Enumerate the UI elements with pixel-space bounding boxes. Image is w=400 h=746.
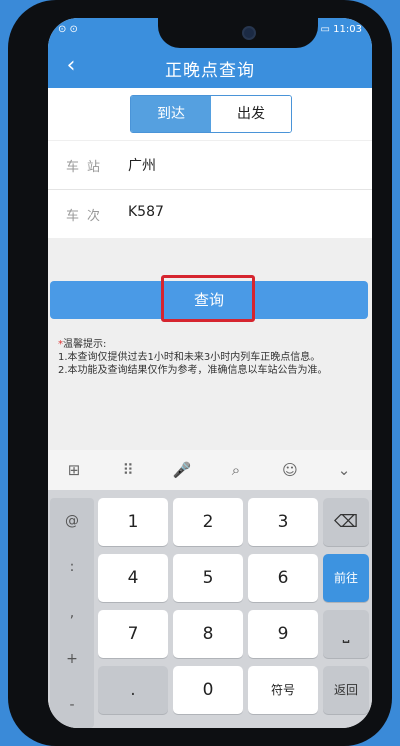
- key-0[interactable]: 0: [173, 666, 243, 714]
- numeric-keyboard: @ : , + - 1 2 3 ⌫ 4 5 6 前往 7 8 9 ⎵ . 0 符…: [48, 490, 372, 728]
- tips-title: 温馨提示:: [63, 339, 107, 350]
- search-icon[interactable]: ⌕: [224, 458, 248, 482]
- keyboard-dots-icon[interactable]: ⠿: [116, 458, 140, 482]
- arrive-depart-toggle: 到达 出发: [130, 95, 292, 133]
- status-left: ⊙ ⊙: [58, 24, 78, 35]
- keyboard-toolbar: ⊞ ⠿ 🎤 ⌕ ☺ ⌄: [48, 450, 372, 490]
- key-8[interactable]: 8: [173, 610, 243, 658]
- phone-frame: ⊙ ⊙ 63% ▭ 11:03 ‹ 正晚点查询 到达 出发 车站 广州 车次 K…: [8, 0, 392, 746]
- tips-line-2: 2.本功能及查询结果仅作为参考，准确信息以车站公告为准。: [58, 365, 328, 376]
- highlight-box: [161, 275, 255, 322]
- key-2[interactable]: 2: [173, 498, 243, 546]
- key-colon[interactable]: :: [50, 544, 94, 590]
- screen: ⊙ ⊙ 63% ▭ 11:03 ‹ 正晚点查询 到达 出发 车站 广州 车次 K…: [48, 18, 372, 728]
- camera-icon: [242, 26, 256, 40]
- emoji-icon[interactable]: ☺: [278, 458, 302, 482]
- key-7[interactable]: 7: [98, 610, 168, 658]
- notch: [158, 18, 318, 48]
- symbol-key[interactable]: 符号: [248, 666, 318, 714]
- station-value[interactable]: 广州: [128, 155, 156, 175]
- grid-icon[interactable]: ⊞: [62, 458, 86, 482]
- key-minus[interactable]: -: [50, 682, 94, 728]
- key-3[interactable]: 3: [248, 498, 318, 546]
- symbol-column[interactable]: @ : , + -: [50, 498, 94, 728]
- tab-arrive[interactable]: 到达: [131, 96, 211, 132]
- train-value[interactable]: K587: [128, 204, 164, 220]
- key-4[interactable]: 4: [98, 554, 168, 602]
- page-title: 正晚点查询: [165, 61, 255, 81]
- station-label: 车站: [66, 160, 109, 175]
- key-at[interactable]: @: [50, 498, 94, 544]
- key-1[interactable]: 1: [98, 498, 168, 546]
- go-button[interactable]: 前往: [323, 554, 369, 602]
- backspace-icon[interactable]: ⌫: [323, 498, 369, 546]
- space-icon[interactable]: ⎵: [323, 610, 369, 658]
- train-field[interactable]: 车次 K587: [48, 190, 372, 238]
- app-header: ‹ 正晚点查询: [48, 44, 372, 88]
- key-9[interactable]: 9: [248, 610, 318, 658]
- key-5[interactable]: 5: [173, 554, 243, 602]
- key-plus[interactable]: +: [50, 636, 94, 682]
- train-label: 车次: [66, 209, 109, 224]
- tips-block: *温馨提示: 1.本查询仅提供过去1小时和未来3小时内列车正晚点信息。 2.本功…: [58, 338, 368, 377]
- microphone-icon[interactable]: 🎤: [170, 458, 194, 482]
- tips-line-1: 1.本查询仅提供过去1小时和未来3小时内列车正晚点信息。: [58, 352, 321, 363]
- return-key[interactable]: 返回: [323, 666, 369, 714]
- key-comma[interactable]: ,: [50, 590, 94, 636]
- key-6[interactable]: 6: [248, 554, 318, 602]
- segment-bar: 到达 出发: [48, 88, 372, 140]
- station-field[interactable]: 车站 广州: [48, 141, 372, 189]
- key-dot[interactable]: .: [98, 666, 168, 714]
- collapse-keyboard-icon[interactable]: ⌄: [332, 458, 356, 482]
- tab-depart[interactable]: 出发: [211, 96, 291, 132]
